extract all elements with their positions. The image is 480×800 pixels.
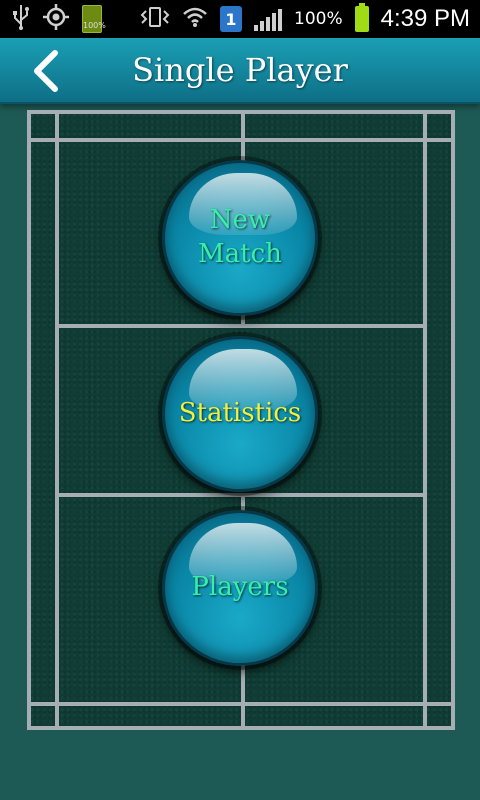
usb-icon: [12, 4, 30, 35]
new-match-label-line1: New: [209, 205, 271, 236]
new-match-label-line2: Match: [198, 239, 282, 269]
vibrate-icon: [140, 6, 170, 33]
notification-icon: 1: [220, 6, 242, 32]
court-line-service-top: [55, 324, 427, 328]
court-line-right-inner: [423, 114, 427, 726]
new-match-label: New Match: [198, 204, 282, 272]
battery-icon: 100%: [82, 5, 106, 33]
signal-icon: [254, 7, 282, 31]
page-title: Single Player: [132, 51, 348, 89]
gps-icon: [42, 3, 70, 36]
clock: 4:39 PM: [380, 5, 470, 32]
court-line-service-bottom: [55, 493, 427, 497]
battery-percent: 100%: [294, 9, 343, 29]
back-button[interactable]: [22, 46, 70, 96]
court-line-bottom-back: [31, 702, 451, 706]
battery-level-icon: [354, 3, 369, 32]
wifi-icon: [182, 6, 208, 33]
statistics-button[interactable]: Statistics: [162, 336, 318, 492]
status-bar: 100% 1 100% 4:39 PM: [0, 0, 480, 38]
court-line-top-back: [31, 138, 451, 142]
players-label: Players: [191, 572, 289, 603]
back-arrow-icon: [34, 50, 58, 92]
new-match-button[interactable]: New Match: [162, 160, 318, 316]
title-bar: Single Player: [0, 38, 480, 104]
battery-small-label: 100%: [83, 21, 106, 30]
statistics-label: Statistics: [178, 398, 302, 429]
court-line-left-inner: [55, 114, 59, 726]
players-button[interactable]: Players: [162, 510, 318, 666]
status-bar-right: 1 100% 4:39 PM: [140, 3, 470, 33]
status-bar-left: 100%: [12, 3, 106, 36]
